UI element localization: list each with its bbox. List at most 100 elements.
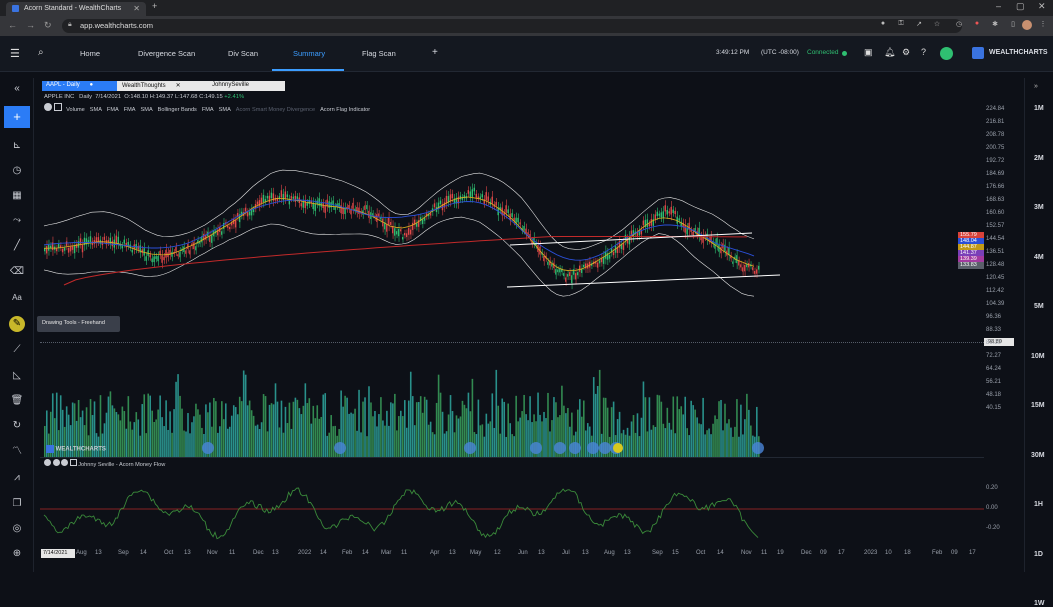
timeframe-5m[interactable]: 5M: [1034, 303, 1044, 310]
watermark-logo-icon: [46, 445, 54, 453]
volume-bar: [694, 409, 696, 457]
maximize-icon[interactable]: ▢: [1016, 1, 1025, 12]
timeframe-30m[interactable]: 30M: [1031, 452, 1045, 459]
sub-move-icon[interactable]: [61, 459, 69, 466]
close-tab-icon[interactable]: ✕: [133, 4, 140, 13]
search-icon[interactable]: ⌕: [38, 47, 44, 58]
symbol-tab-settings-icon[interactable]: ●: [89, 82, 93, 88]
chrome-menu-icon[interactable]: ⋮: [1038, 20, 1048, 30]
share-icon[interactable]: ↗: [914, 20, 924, 30]
timeframe-4m[interactable]: 4M: [1034, 254, 1044, 261]
volume-bar: [419, 396, 422, 457]
add-drawing-button[interactable]: +: [4, 106, 30, 128]
tab-close-icon[interactable]: ✕: [176, 83, 181, 89]
volume-bar: [409, 371, 412, 457]
globe-icon[interactable]: ⊕: [9, 546, 25, 562]
forward-icon[interactable]: →: [26, 20, 35, 30]
key-icon[interactable]: ⚿: [896, 20, 906, 30]
ruler-icon[interactable]: ⟋: [9, 342, 25, 358]
time-axis-tick: 13: [95, 550, 102, 556]
calendar-icon[interactable]: ▦: [9, 188, 25, 204]
reload-icon[interactable]: ↻: [44, 20, 52, 31]
chart-type-icon[interactable]: ⊾: [9, 138, 25, 154]
candle-body: [211, 235, 213, 243]
nav-divergence-scan[interactable]: Divergence Scan: [138, 49, 195, 58]
nav-flag-scan[interactable]: Flag Scan: [362, 49, 396, 58]
layers-icon[interactable]: ❐: [9, 496, 25, 512]
add-tab-button[interactable]: +: [432, 47, 438, 58]
timeframe-1w[interactable]: 1W: [1034, 600, 1045, 607]
extension-icon[interactable]: ◷: [954, 20, 964, 30]
timezone[interactable]: (UTC -08:00): [761, 49, 799, 56]
candle-body: [672, 209, 674, 213]
gear-icon[interactable]: ⚙: [902, 47, 910, 58]
extension-red-icon[interactable]: ●: [972, 20, 982, 30]
timeframe-10m[interactable]: 10M: [1031, 353, 1045, 360]
text-tool-icon[interactable]: Aa: [9, 290, 25, 306]
puzzle-icon[interactable]: ✱: [990, 20, 1000, 30]
eraser-icon[interactable]: ⌫: [9, 264, 25, 280]
timeframe-1m[interactable]: 1M: [1034, 105, 1044, 112]
minimize-icon[interactable]: –: [996, 1, 1001, 11]
nav-summary[interactable]: Summary: [293, 49, 325, 58]
target-icon[interactable]: ◎: [9, 521, 25, 537]
star-icon[interactable]: ☆: [932, 20, 942, 30]
acorn-icon[interactable]: [940, 47, 953, 60]
candle-body: [286, 194, 289, 198]
nav-div-scan[interactable]: Div Scan: [228, 49, 258, 58]
new-tab-icon[interactable]: +: [152, 1, 157, 11]
time-axis-tick: 17: [838, 550, 845, 556]
freehand-brush-icon[interactable]: ✎: [9, 316, 25, 332]
volume-bar: [586, 423, 589, 457]
google-lens-icon[interactable]: ●: [878, 20, 888, 30]
tab-johnnyseville[interactable]: JohnnySeville: [197, 81, 285, 91]
timeframe-15m[interactable]: 15M: [1031, 402, 1045, 409]
indicator-icon[interactable]: 〽: [9, 444, 25, 460]
expand-panel-icon[interactable]: »: [1034, 83, 1038, 90]
drawing-toolbar: « + ⊾ ◷ ▦ ⤳ ╱ ⌫ Aa ✎ ⟋ ◺ 🗑︎ ↻ 〽 ⩘ ❐ ◎ ⊕: [0, 78, 34, 572]
sidepanel-icon[interactable]: ▯: [1008, 20, 1018, 30]
time-axis-tick: 15: [672, 550, 679, 556]
tab-wealththoughts[interactable]: WealthThoughts ✕: [117, 81, 197, 91]
refresh-icon[interactable]: ↻: [9, 418, 25, 434]
volume-bar: [481, 424, 484, 457]
bell-icon[interactable]: 🔔︎: [884, 47, 895, 58]
volume-bar: [628, 435, 631, 457]
hamburger-menu-icon[interactable]: ☰: [10, 47, 20, 60]
measure-icon[interactable]: ◺: [9, 368, 25, 384]
trash-icon[interactable]: 🗑︎: [9, 393, 25, 409]
volume-bar: [700, 424, 702, 457]
close-window-icon[interactable]: ✕: [1038, 1, 1046, 12]
profile-avatar[interactable]: [1022, 20, 1032, 30]
trend-icon[interactable]: ⤳: [9, 213, 25, 229]
candle-body: [579, 265, 581, 272]
pane-divider[interactable]: [40, 457, 984, 458]
clock-icon[interactable]: ◷: [9, 163, 25, 179]
volume-bar: [598, 369, 601, 457]
collapse-toolbar-icon[interactable]: «: [9, 81, 25, 97]
save-icon[interactable]: ▣: [864, 47, 873, 58]
sub-settings-icon[interactable]: [44, 459, 51, 466]
price-chart[interactable]: [40, 100, 984, 560]
zigzag-icon[interactable]: ⩘: [9, 470, 25, 486]
line-tool-icon[interactable]: ╱: [9, 238, 25, 254]
sub-indicator-name: Johnny Seville - Acorn Money Flow: [78, 462, 166, 468]
timeframe-1d[interactable]: 1D: [1034, 551, 1043, 558]
timeframe-2m[interactable]: 2M: [1034, 155, 1044, 162]
symbol-tab[interactable]: AAPL - Daily ●: [42, 81, 117, 91]
timeframe-3m[interactable]: 3M: [1034, 204, 1044, 211]
nav-home[interactable]: Home: [80, 49, 100, 58]
volume-bar: [362, 401, 364, 457]
price-axis-tick: 56.21: [986, 379, 1002, 386]
time-axis-tick: 12: [494, 550, 501, 556]
sub-hide-icon[interactable]: [52, 459, 60, 466]
sub-collapse-icon[interactable]: [69, 459, 77, 466]
price-axis-tick: 192.72: [986, 158, 1005, 165]
signal-icon: [752, 442, 764, 454]
browser-tab[interactable]: Acorn Standard - WealthCharts ✕: [6, 2, 146, 16]
volume-bar: [226, 428, 229, 457]
address-bar[interactable]: 🔒︎ app.wealthcharts.com: [62, 19, 962, 33]
help-icon[interactable]: ?: [921, 47, 926, 57]
timeframe-1h[interactable]: 1H: [1034, 501, 1043, 508]
back-icon[interactable]: ←: [8, 20, 17, 30]
